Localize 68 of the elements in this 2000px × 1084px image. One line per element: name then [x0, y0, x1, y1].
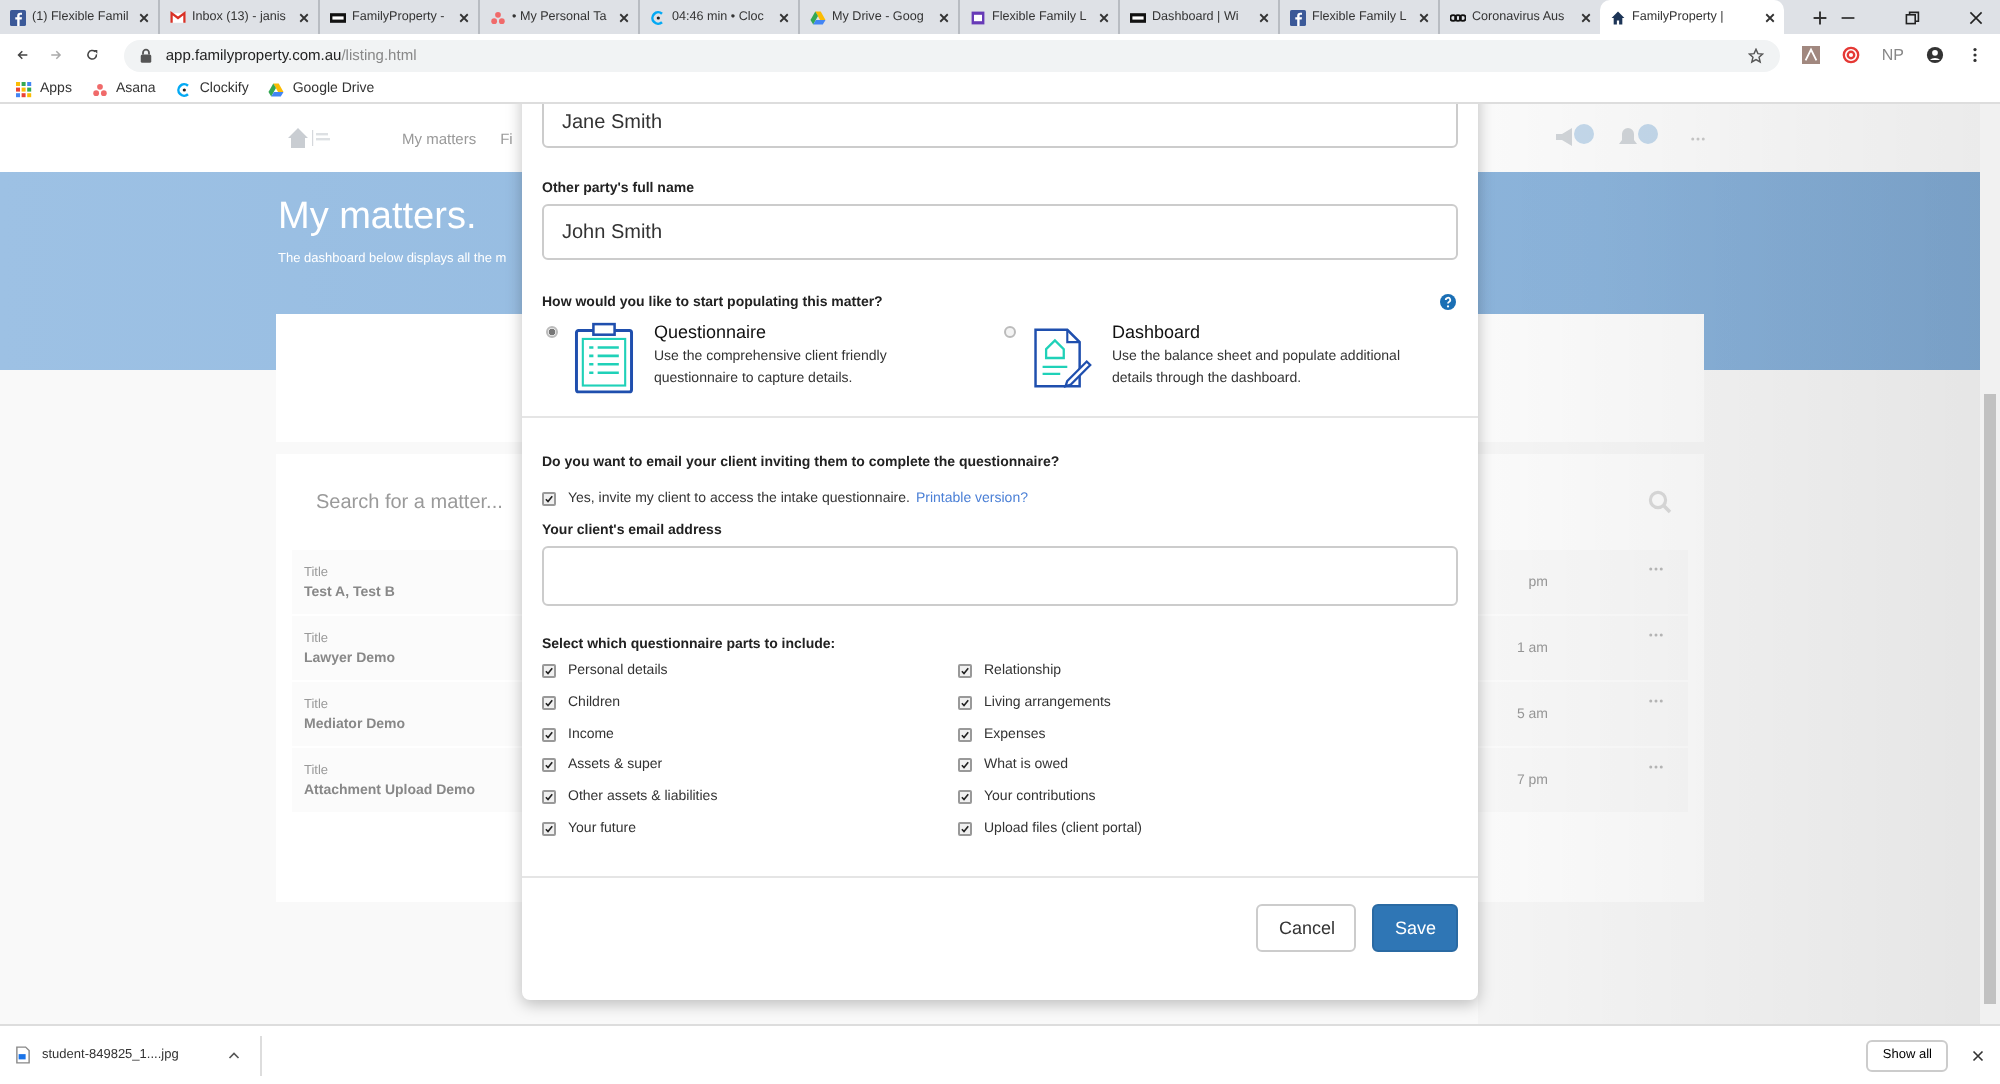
- clipboard-icon: [574, 322, 634, 394]
- dots-icon: [91, 81, 108, 97]
- close-icon[interactable]: [1968, 9, 1984, 25]
- scrollbar-thumb[interactable]: [1984, 394, 1996, 1004]
- drive-icon: [810, 9, 826, 25]
- checkbox[interactable]: [542, 727, 556, 742]
- restore-icon[interactable]: [1904, 9, 1920, 25]
- checkbox[interactable]: [958, 758, 972, 773]
- reload-icon[interactable]: [85, 46, 98, 64]
- wix-icon: [330, 9, 346, 25]
- option-title: Dashboard: [1112, 322, 1203, 342]
- close-icon[interactable]: [138, 11, 150, 23]
- close-icon[interactable]: [618, 11, 630, 23]
- drive-icon: [268, 81, 285, 97]
- clock-icon: [650, 9, 666, 25]
- checkbox[interactable]: [542, 821, 556, 836]
- image-file-icon: [16, 1046, 30, 1064]
- close-icon[interactable]: [1418, 11, 1430, 23]
- input-field[interactable]: John Smith: [542, 204, 1458, 260]
- facebook-icon: [10, 9, 26, 25]
- close-icon[interactable]: [938, 11, 950, 23]
- close-icon[interactable]: [1972, 1049, 1984, 1061]
- scrollbar[interactable]: [1980, 104, 2000, 1024]
- close-icon[interactable]: [458, 11, 470, 23]
- checkbox[interactable]: [958, 727, 972, 742]
- save-button[interactable]: Save: [1372, 904, 1458, 953]
- pdf-extension-icon[interactable]: [1801, 46, 1820, 64]
- house-icon: [1610, 9, 1626, 25]
- checkbox[interactable]: [958, 664, 972, 679]
- checkbox[interactable]: [542, 664, 556, 679]
- extension-initials[interactable]: NP: [1881, 46, 1905, 64]
- close-icon[interactable]: [1258, 11, 1270, 23]
- page-title: My matters.: [278, 196, 477, 240]
- form-icon: [970, 9, 986, 25]
- checkbox[interactable]: [958, 696, 972, 711]
- profile-icon[interactable]: [1926, 46, 1945, 64]
- facebook-icon: [1290, 9, 1306, 25]
- back-icon[interactable]: [16, 46, 29, 64]
- radio-button[interactable]: [1004, 326, 1016, 338]
- house-logo-icon: [286, 126, 334, 150]
- clock-icon: [175, 81, 192, 97]
- abc-icon: [1450, 9, 1466, 25]
- close-icon[interactable]: [1580, 11, 1592, 23]
- mail-icon: [170, 9, 186, 25]
- checkbox[interactable]: [542, 696, 556, 711]
- wix-icon: [1130, 9, 1146, 25]
- dots-icon: [490, 9, 506, 25]
- close-icon[interactable]: [778, 11, 790, 23]
- input-field[interactable]: Jane Smith: [542, 104, 1458, 148]
- checkbox[interactable]: [958, 821, 972, 836]
- checkbox[interactable]: [958, 790, 972, 805]
- cancel-button[interactable]: Cancel: [1256, 904, 1357, 953]
- help-icon[interactable]: [1440, 294, 1456, 310]
- target-extension-icon[interactable]: [1841, 46, 1860, 64]
- close-icon[interactable]: [1764, 11, 1776, 23]
- email-field[interactable]: [542, 546, 1458, 606]
- radio-button[interactable]: [546, 326, 558, 338]
- caret-icon[interactable]: [228, 1050, 240, 1060]
- option-title: Questionnaire: [654, 322, 769, 342]
- checkbox[interactable]: [542, 790, 556, 805]
- lock-icon: [139, 47, 152, 63]
- close-icon[interactable]: [298, 11, 310, 23]
- checkbox[interactable]: [542, 758, 556, 773]
- apps-grid-icon: [16, 81, 32, 97]
- checkbox[interactable]: [542, 491, 556, 505]
- star-icon[interactable]: [1747, 47, 1764, 63]
- new-tab-icon[interactable]: [1812, 9, 1828, 25]
- close-icon[interactable]: [1098, 11, 1110, 23]
